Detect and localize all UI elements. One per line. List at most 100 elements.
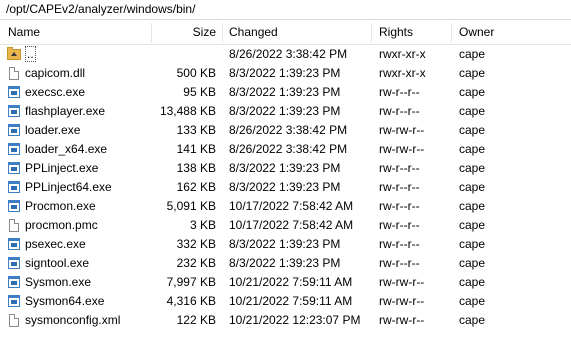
exe-icon: [8, 105, 20, 117]
column-header-name[interactable]: Name: [8, 21, 40, 44]
exe-icon: [8, 86, 20, 98]
file-changed: 10/17/2022 7:58:42 AM: [229, 199, 354, 213]
column-header-changed[interactable]: Changed: [229, 21, 278, 44]
file-owner: cape: [459, 218, 486, 232]
file-owner: cape: [459, 237, 486, 251]
file-changed: 8/26/2022 3:38:42 PM: [229, 123, 348, 137]
current-path: /opt/CAPEv2/analyzer/windows/bin/: [6, 2, 196, 16]
file-size: 5,091 KB: [166, 199, 216, 213]
file-row[interactable]: Procmon.exe 5,091 KB 10/17/2022 7:58:42 AM…: [0, 197, 571, 216]
file-row[interactable]: loader_x64.exe 141 KB 8/26/2022 3:38:42 PM…: [0, 140, 571, 159]
file-row[interactable]: loader.exe 133 KB 8/26/2022 3:38:42 PM rw-r…: [0, 121, 571, 140]
file-size: 3 KB: [189, 218, 216, 232]
file-size: 13,488 KB: [159, 104, 216, 118]
file-changed: 8/26/2022 3:38:42 PM: [229, 47, 348, 61]
file-owner: cape: [459, 47, 486, 61]
column-header-size[interactable]: Size: [152, 21, 216, 44]
file-owner: cape: [459, 180, 486, 194]
file-size: 232 KB: [176, 256, 216, 270]
file-rights: rw-r--r--: [379, 218, 420, 232]
parent-folder-icon: [7, 47, 21, 60]
file-changed: 8/3/2022 1:39:23 PM: [229, 85, 341, 99]
file-icon: [9, 314, 19, 327]
column-header-owner[interactable]: Owner: [459, 21, 494, 44]
file-owner: cape: [459, 256, 486, 270]
file-owner: cape: [459, 66, 486, 80]
file-changed: 8/3/2022 1:39:23 PM: [229, 161, 341, 175]
file-rights: rw-r--r--: [379, 199, 420, 213]
file-changed: 10/17/2022 7:58:42 AM: [229, 218, 354, 232]
file-size: 133 KB: [176, 123, 216, 137]
file-changed: 8/3/2022 1:39:23 PM: [229, 104, 341, 118]
file-rights: rw-r--r--: [379, 237, 420, 251]
file-size: 138 KB: [176, 161, 216, 175]
file-row[interactable]: procmon.pmc 3 KB 10/17/2022 7:58:42 AM rw-r…: [0, 216, 571, 235]
file-row[interactable]: capicom.dll 500 KB 8/3/2022 1:39:23 PM rwxr…: [0, 64, 571, 83]
exe-icon: [8, 238, 20, 250]
column-separator[interactable]: [371, 23, 372, 43]
file-size: 141 KB: [176, 142, 216, 156]
file-changed: 10/21/2022 12:23:07 PM: [229, 313, 361, 327]
file-icon: [9, 67, 19, 80]
column-separator[interactable]: [451, 23, 452, 43]
exe-icon: [8, 295, 20, 307]
file-changed: 10/21/2022 7:59:11 AM: [229, 275, 353, 289]
file-row[interactable]: flashplayer.exe 13,488 KB 8/3/2022 1:39:23…: [0, 102, 571, 121]
exe-icon: [8, 257, 20, 269]
file-row[interactable]: PPLinject64.exe 162 KB 8/3/2022 1:39:23 PM…: [0, 178, 571, 197]
file-owner: cape: [459, 294, 486, 308]
exe-icon: [8, 162, 20, 174]
file-owner: cape: [459, 199, 486, 213]
file-list: .. 8/26/2022 3:38:42 PM rwxr-xr-x cape capic…: [0, 45, 571, 330]
file-rights: rw-r--r--: [379, 85, 420, 99]
column-header-rights[interactable]: Rights: [379, 21, 413, 44]
column-separator[interactable]: [222, 23, 223, 43]
exe-icon: [8, 200, 20, 212]
file-size: [150, 45, 216, 64]
file-owner: cape: [459, 161, 486, 175]
file-rights: rwxr-xr-x: [379, 66, 426, 80]
file-rights: rw-r--r--: [379, 161, 420, 175]
file-owner: cape: [459, 104, 486, 118]
file-owner: cape: [459, 275, 486, 289]
file-changed: 8/3/2022 1:39:23 PM: [229, 66, 341, 80]
file-changed: 8/3/2022 1:39:23 PM: [229, 256, 341, 270]
file-changed: 10/21/2022 7:59:11 AM: [229, 294, 353, 308]
file-row[interactable]: PPLinject.exe 138 KB 8/3/2022 1:39:23 PM rw…: [0, 159, 571, 178]
file-row[interactable]: execsc.exe 95 KB 8/3/2022 1:39:23 PM rw-r--…: [0, 83, 571, 102]
parent-directory-label: ..: [25, 46, 36, 62]
exe-icon: [8, 181, 20, 193]
file-row[interactable]: .. 8/26/2022 3:38:42 PM rwxr-xr-x cape: [0, 45, 571, 64]
file-rights: rw-rw-r--: [379, 142, 425, 156]
file-row[interactable]: Sysmon64.exe 4,316 KB 10/21/2022 7:59:11 A…: [0, 292, 571, 311]
file-rights: rw-r--r--: [379, 104, 420, 118]
file-owner: cape: [459, 142, 486, 156]
file-changed: 8/26/2022 3:38:42 PM: [229, 142, 348, 156]
file-size: 7,997 KB: [166, 275, 216, 289]
file-size: 4,316 KB: [166, 294, 216, 308]
column-header: Name Size Changed Rights Owner: [0, 21, 571, 45]
file-size: 332 KB: [176, 237, 216, 251]
file-row[interactable]: Sysmon.exe 7,997 KB 10/21/2022 7:59:11 AM r…: [0, 273, 571, 292]
file-row[interactable]: sysmonconfig.xml 122 KB 10/21/2022 12:23:0…: [0, 311, 571, 330]
file-rights: rw-rw-r--: [379, 313, 425, 327]
file-owner: cape: [459, 313, 486, 327]
file-rights: rw-rw-r--: [379, 294, 425, 308]
file-owner: cape: [459, 85, 486, 99]
file-rights: rw-r--r--: [379, 180, 420, 194]
exe-icon: [8, 276, 20, 288]
path-bar[interactable]: /opt/CAPEv2/analyzer/windows/bin/: [0, 0, 571, 20]
file-icon: [9, 219, 19, 232]
exe-icon: [8, 143, 20, 155]
file-rights: rw-rw-r--: [379, 123, 425, 137]
file-size: 122 KB: [176, 313, 216, 327]
file-row[interactable]: signtool.exe 232 KB 8/3/2022 1:39:23 PM rw-…: [0, 254, 571, 273]
file-changed: 8/3/2022 1:39:23 PM: [229, 237, 341, 251]
file-size: 95 KB: [183, 85, 216, 99]
file-rights: rw-r--r--: [379, 256, 420, 270]
file-owner: cape: [459, 123, 486, 137]
file-size: 162 KB: [176, 180, 216, 194]
file-changed: 8/3/2022 1:39:23 PM: [229, 180, 341, 194]
file-rights: rw-rw-r--: [379, 275, 425, 289]
file-row[interactable]: psexec.exe 332 KB 8/3/2022 1:39:23 PM rw-r-…: [0, 235, 571, 254]
